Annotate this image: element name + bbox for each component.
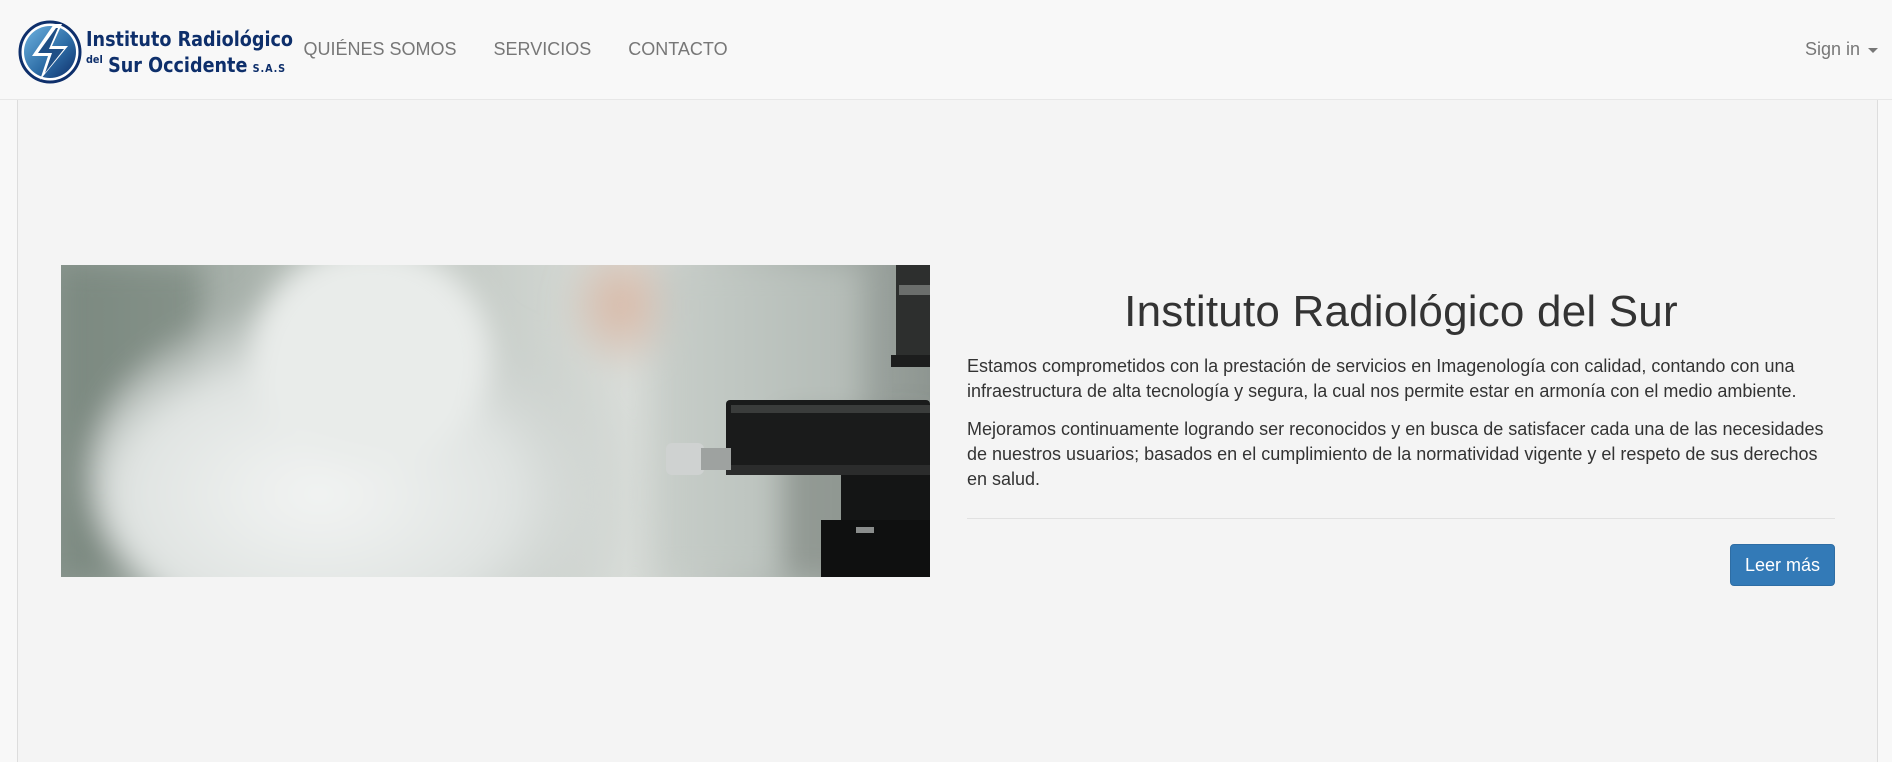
hero-image-microscope bbox=[61, 265, 930, 577]
hero-title: Instituto Radiológico del Sur bbox=[1124, 287, 1678, 336]
hero-paragraph: Mejoramos continuamente logrando ser rec… bbox=[967, 419, 1824, 490]
divider bbox=[967, 518, 1835, 520]
hero-paragraph: Estamos comprometidos con la prestación … bbox=[967, 356, 1797, 402]
brand-sas: S.A.S bbox=[252, 62, 287, 75]
top-navbar: Instituto Radiológico del Sur Occidente S.… bbox=[0, 0, 1892, 100]
brand-del: del bbox=[86, 53, 103, 66]
nav-quienes-somos[interactable]: QUIÉNES SOMOS bbox=[285, 0, 475, 100]
brand-line-2: del Sur Occidente S.A.S bbox=[86, 53, 293, 77]
brand-name: Instituto Radiológico del Sur Occidente S.… bbox=[86, 29, 293, 75]
brand-logo-link[interactable]: Instituto Radiológico del Sur Occidente S.… bbox=[18, 20, 293, 84]
hero-content: Instituto Radiológico del Sur Estamos co… bbox=[967, 287, 1835, 587]
main-nav: QUIÉNES SOMOS SERVICIOS CONTACTO bbox=[285, 0, 746, 100]
microscope-photo bbox=[61, 265, 930, 577]
lightning-bolt-circle-icon bbox=[18, 20, 82, 84]
brand-line-1: Instituto Radiológico bbox=[86, 27, 294, 51]
nav-contacto[interactable]: CONTACTO bbox=[610, 0, 746, 100]
caret-down-icon bbox=[1868, 47, 1878, 53]
hero-section: Instituto Radiológico del Sur Estamos co… bbox=[17, 100, 1878, 762]
sign-in-dropdown[interactable]: Sign in bbox=[1805, 0, 1878, 100]
nav-servicios[interactable]: SERVICIOS bbox=[475, 0, 610, 100]
leer-mas-button[interactable]: Leer más bbox=[1729, 544, 1835, 587]
brand-sur-occidente: Sur Occidente bbox=[108, 53, 248, 77]
sign-in-label: Sign in bbox=[1804, 39, 1860, 59]
